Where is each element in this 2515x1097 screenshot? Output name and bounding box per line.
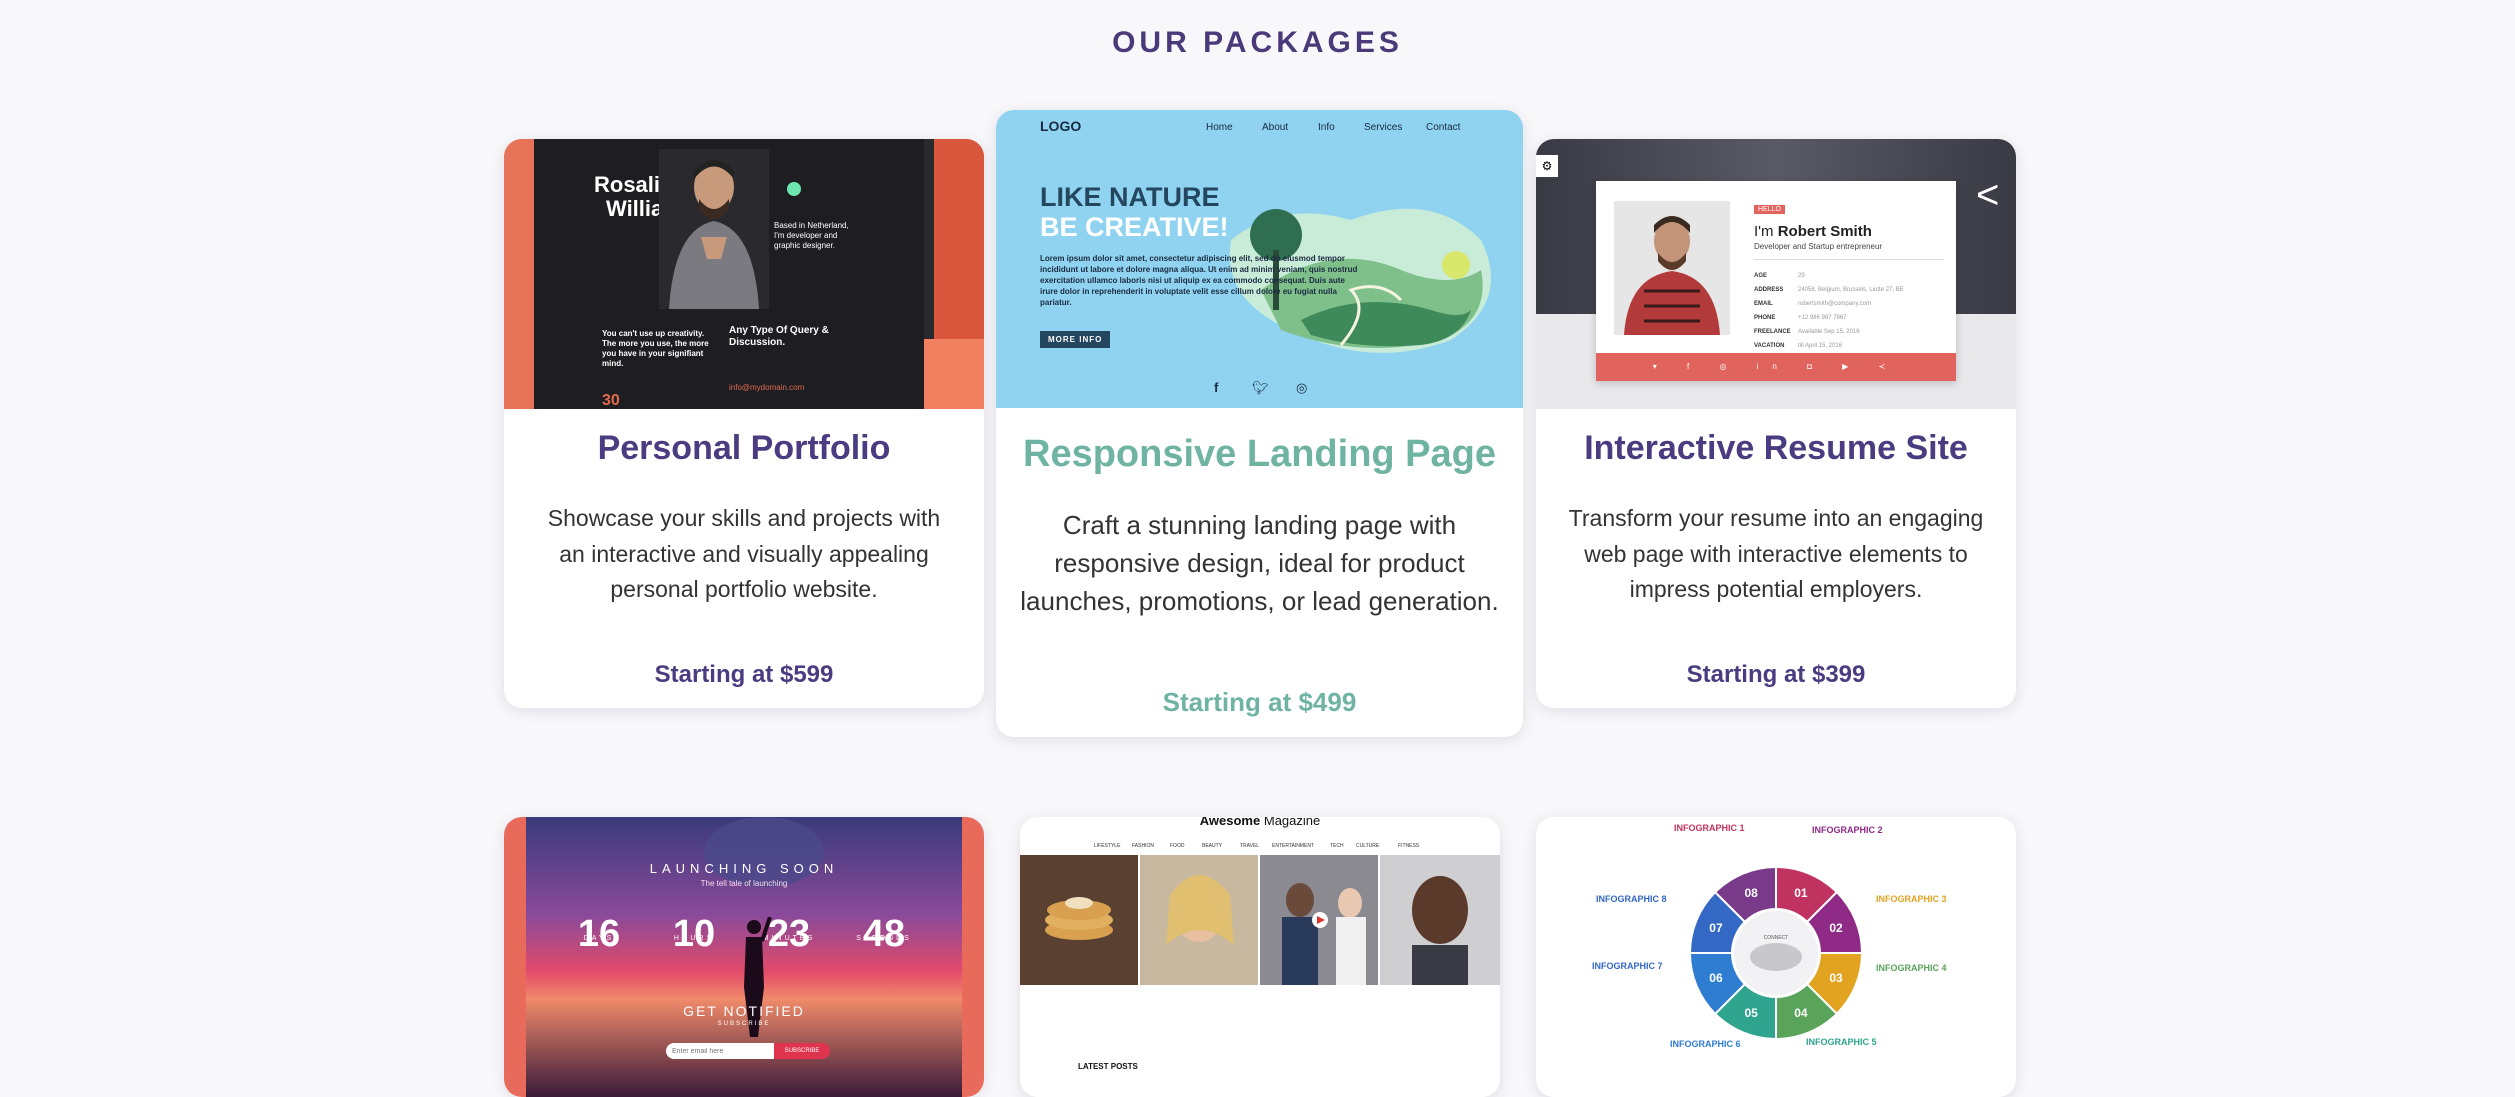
infographic-number-1: 01 <box>1794 886 1808 900</box>
portfolio-email: info@mydomain.com <box>729 383 805 392</box>
magazine-preview-image: Awesome Magazine LIFESTYLE FASHION FOOD … <box>1020 817 1500 1097</box>
infographic-preview-image: 01 02 03 04 05 06 07 08 CONNECT INFOGRAPHIC 1 IN… <box>1536 817 2016 1097</box>
launching-soon-preview-image: LAUNCHING SOON The tell tale of launchin… <box>504 817 984 1097</box>
infographic-label-5: INFOGRAPHIC 5 <box>1806 1037 1877 1047</box>
infographic-number-4: 04 <box>1794 1006 1808 1020</box>
package-description: Craft a stunning landing page with respo… <box>1020 510 1499 616</box>
infographic-label-1: INFOGRAPHIC 1 <box>1674 823 1745 833</box>
package-card-magazine[interactable]: Awesome Magazine LIFESTYLE FASHION FOOD … <box>1020 817 1500 1097</box>
package-description: Transform your resume into an engaging w… <box>1568 505 1984 603</box>
infographic-number-6: 06 <box>1709 971 1723 985</box>
package-price: Starting at $499 <box>1162 687 1357 717</box>
landing-logo: LOGO <box>1040 118 1082 134</box>
portfolio-query: Any Type Of Query & Discussion. <box>729 325 829 348</box>
infographic-number-5: 05 <box>1744 1006 1758 1020</box>
resume-toggle-chevron-icon[interactable]: < <box>1976 173 1999 218</box>
package-card-interactive-resume-site[interactable]: ⚙ < HELLO I'm Robert Smith Developer and… <box>1536 139 2016 708</box>
infographic-label-8: INFOGRAPHIC 8 <box>1596 894 1667 904</box>
launching-notify: GET NOTIFIED <box>683 1003 805 1019</box>
infographic-number-7: 07 <box>1709 921 1723 935</box>
magazine-nav: LIFESTYLE FASHION FOOD BEAUTY TRAVEL ENT… <box>1094 843 1420 849</box>
world-map-icon <box>1750 943 1802 971</box>
launching-heading: LAUNCHING SOON <box>649 861 839 876</box>
portfolio-tagline: You can't use up creativity. The more yo… <box>602 329 709 368</box>
nav-info[interactable]: Info <box>1318 122 1335 133</box>
infographic-center-label: CONNECT <box>1764 935 1789 941</box>
subscribe-button[interactable]: SUBSCRIBE <box>774 1043 830 1059</box>
package-card-launching-soon[interactable]: LAUNCHING SOON The tell tale of launchin… <box>504 817 984 1097</box>
magazine-photo-grid <box>1020 855 1500 985</box>
landing-more-info-button[interactable]: MORE INFO <box>1040 331 1111 348</box>
infographic-number-8: 08 <box>1744 886 1758 900</box>
launching-subscribe-label: SUBSCRIBE <box>717 1021 771 1027</box>
package-card-infographic[interactable]: 01 02 03 04 05 06 07 08 CONNECT INFOGRAPHIC 1 IN… <box>1536 817 2016 1097</box>
package-price: Starting at $399 <box>1686 661 1866 688</box>
portfolio-bio: Based in Netherland, I'm developer and g… <box>774 221 849 250</box>
package-description: Showcase your skills and projects with a… <box>547 505 941 603</box>
infographic-label-3: INFOGRAPHIC 3 <box>1876 894 1947 904</box>
portfolio-number: 30 <box>602 392 620 409</box>
nav-about[interactable]: About <box>1262 122 1288 133</box>
instagram-icon[interactable]: ◎ <box>1296 380 1307 396</box>
resume-preview-image: ⚙ < HELLO I'm Robert Smith Developer and… <box>1536 139 2016 409</box>
package-card-responsive-landing-page[interactable]: LOGO Home About Info Services Contact LI… <box>996 110 1523 737</box>
infographic-label-2: INFOGRAPHIC 2 <box>1812 825 1883 835</box>
magazine-latest-heading: LATEST POSTS <box>1078 1062 1138 1071</box>
infographic-number-2: 02 <box>1829 921 1843 935</box>
infographic-wheel: 01 02 03 04 05 06 07 08 CONNECT <box>1688 865 1864 1041</box>
landing-headline: LIKE NATURE BE CREATIVE! <box>1040 182 1229 242</box>
package-title: Interactive Resume Site <box>1584 429 1968 467</box>
package-title: Personal Portfolio <box>597 429 891 467</box>
resume-settings-icon[interactable]: ⚙ <box>1536 155 1558 177</box>
launching-subheading: The tell tale of launching <box>700 879 788 888</box>
facebook-icon[interactable]: f <box>1214 380 1218 395</box>
landing-nav: Home About Info Services Contact <box>1206 110 1506 140</box>
resume-role: Developer and Startup entrepreneur <box>1754 242 1883 251</box>
email-input[interactable] <box>666 1043 778 1059</box>
resume-name: I'm Robert Smith <box>1754 223 1872 240</box>
package-title: Responsive Landing Page <box>1023 433 1496 475</box>
landing-body-text: Lorem ipsum dolor sit amet, consectetur … <box>1040 254 1358 307</box>
landing-page-preview-image: LOGO Home About Info Services Contact LI… <box>996 110 1523 408</box>
nav-contact[interactable]: Contact <box>1426 122 1460 133</box>
infographic-label-4: INFOGRAPHIC 4 <box>1876 963 1947 973</box>
infographic-label-7: INFOGRAPHIC 7 <box>1592 961 1663 971</box>
magazine-brand: Awesome Magazine <box>1199 817 1321 828</box>
nav-home[interactable]: Home <box>1206 122 1233 133</box>
section-title: OUR PACKAGES <box>1112 26 1403 59</box>
twitter-icon[interactable]: 🐦︎ <box>1252 380 1269 396</box>
resume-social-bar: ▾ f ◎ in ◘ ▶ ≺ <box>1596 353 1956 381</box>
package-card-personal-portfolio[interactable]: Rosalina William Based in Netherland, I'… <box>504 139 984 708</box>
infographic-number-3: 03 <box>1829 971 1843 985</box>
launching-silhouette <box>744 917 772 1037</box>
portfolio-preview-image: Rosalina William Based in Netherland, I'… <box>504 139 984 409</box>
portfolio-person-photo <box>659 149 769 309</box>
infographic-label-6: INFOGRAPHIC 6 <box>1670 1039 1741 1049</box>
resume-person-photo <box>1614 201 1730 335</box>
nav-services[interactable]: Services <box>1364 122 1402 133</box>
resume-badge: HELLO <box>1754 205 1785 214</box>
package-price: Starting at $599 <box>654 661 834 688</box>
